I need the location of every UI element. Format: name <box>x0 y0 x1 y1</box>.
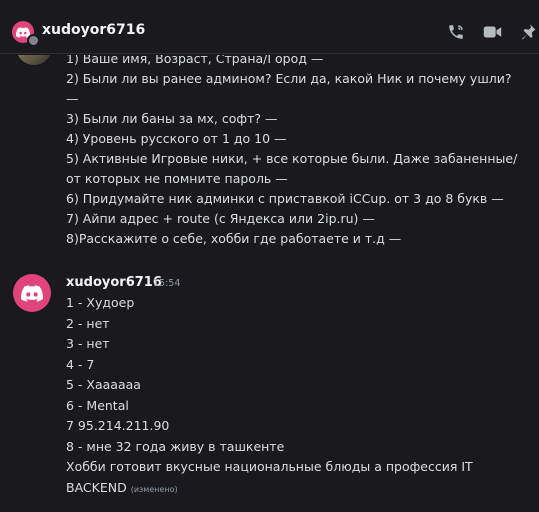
author-avatar[interactable] <box>13 274 51 312</box>
message-line: 8 - мне 32 года живу в ташкенте <box>66 439 285 454</box>
edited-label: (изменено) <box>130 485 178 494</box>
previous-author-avatar[interactable] <box>16 55 52 65</box>
message-line: 1 - Худоер <box>66 295 135 310</box>
message-line: 3) Были ли баны за мх, софт? — <box>66 111 278 126</box>
message-line: 5 - Хаааааа <box>66 377 141 392</box>
message-line: 5) Активные Игровые ники, + все которые … <box>66 151 518 166</box>
message-line: 6) Придумайте ник админки с приставкой i… <box>66 191 504 206</box>
message-timestamp[interactable]: 15:54 <box>153 278 180 289</box>
message-line: 2 - нет <box>66 316 110 331</box>
message-author[interactable]: xudoyor6716 <box>66 275 162 290</box>
message-list[interactable]: 1) Ваше имя, Возраст, Страна/Город — 2) … <box>0 55 539 512</box>
message-line: 4) Уровень русского от 1 до 10 — <box>66 131 287 146</box>
channel-header: xudoyor6716 <box>0 0 539 54</box>
channel-title: xudoyor6716 <box>42 22 146 38</box>
pinned-messages-button[interactable] <box>517 22 539 42</box>
pin-icon <box>522 24 536 40</box>
message-line: от которых не помните пароль — <box>66 171 288 186</box>
message-line-last: BACKEND (изменено) <box>66 478 178 500</box>
message-text: BACKEND <box>66 480 127 495</box>
message-line: 1) Ваше имя, Возраст, Страна/Город — <box>66 55 324 66</box>
message-line: 8)Расскажите о себе, хобби где работаете… <box>66 231 402 246</box>
message-line: 2) Были ли вы ранее админом? Если да, ка… <box>66 71 512 86</box>
message-line: — <box>66 91 79 106</box>
status-indicator <box>27 34 40 47</box>
message-line: 6 - Mental <box>66 398 129 413</box>
message-line: 7) Айпи адрес + route (с Яндекса или 2ip… <box>66 211 375 226</box>
message-line: 7 95.214.211.90 <box>66 418 170 433</box>
video-call-button[interactable] <box>481 22 503 42</box>
message-line: Хобби готовит вкусные национальные блюды… <box>66 459 473 474</box>
discord-icon <box>21 284 43 302</box>
message-line: 4 - 7 <box>66 357 95 372</box>
video-camera-icon <box>483 26 501 38</box>
voice-call-button[interactable] <box>445 22 467 42</box>
message-line: 3 - нет <box>66 336 110 351</box>
phone-call-icon <box>449 25 463 39</box>
